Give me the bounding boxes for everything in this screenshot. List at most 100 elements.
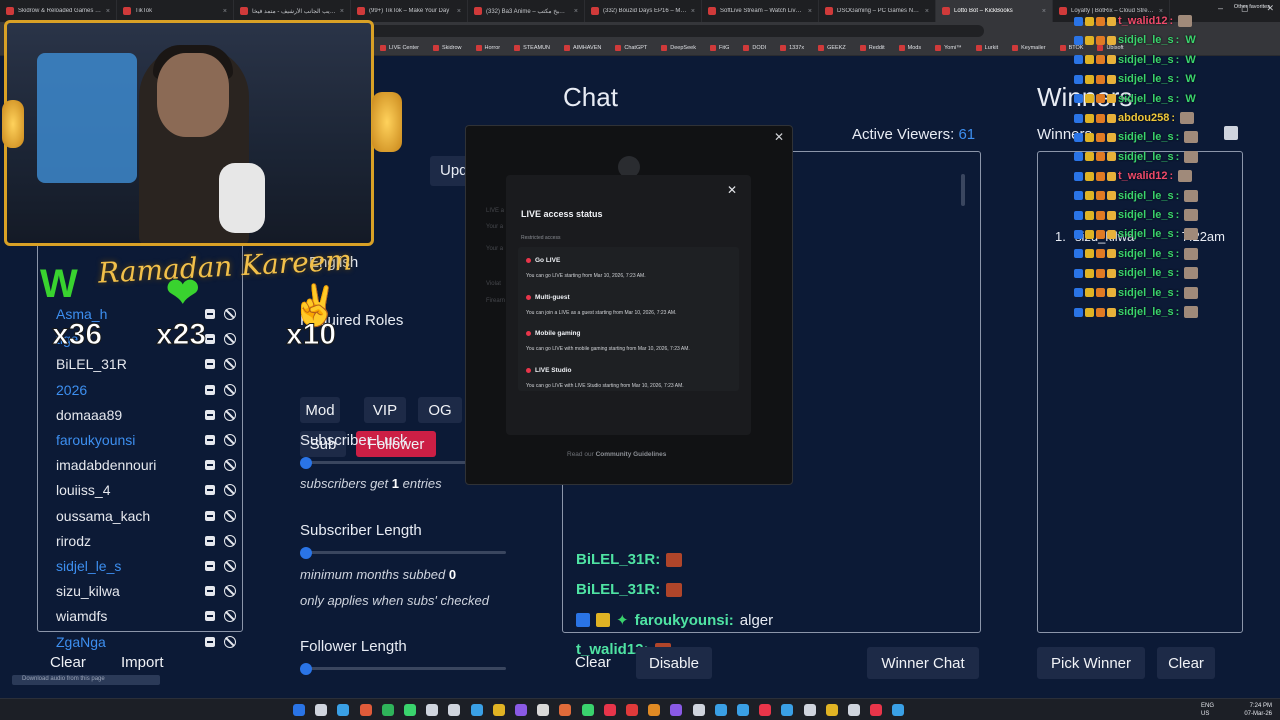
minimize-icon[interactable]: – [1218, 3, 1223, 14]
bookmark-item[interactable]: 1337x [780, 44, 804, 51]
browser-tab[interactable]: (332) Ba3 Anime – الشيخ مكتب You × [468, 0, 585, 22]
ban-icon[interactable] [224, 610, 236, 623]
ban-icon[interactable] [224, 383, 236, 396]
taskbar-app-icon[interactable] [559, 704, 572, 716]
chat-clear-button[interactable]: Clear [575, 654, 611, 671]
bookmark-item[interactable]: FitG [709, 44, 729, 51]
taskbar-app-icon[interactable] [892, 704, 905, 716]
taskbar-app-icon[interactable] [803, 704, 816, 716]
taskbar-app-icon[interactable] [714, 704, 727, 716]
chat-scrollbar[interactable] [961, 174, 965, 206]
bookmark-item[interactable]: GEEKZ [818, 44, 846, 51]
close-icon[interactable]: ✕ [727, 183, 737, 197]
bookmark-item[interactable]: Yomi™ [935, 44, 962, 51]
ban-icon[interactable] [224, 333, 236, 346]
remove-entry-icon[interactable] [205, 359, 215, 370]
remove-entry-icon[interactable] [205, 611, 215, 622]
taskbar-app-icon[interactable] [315, 704, 328, 716]
taskbar-app-icon[interactable] [692, 704, 705, 716]
taskbar-app-icon[interactable] [581, 704, 594, 716]
browser-tab[interactable]: Skidrow & Reloaded Games – Dow × [0, 0, 117, 22]
import-button[interactable]: Import [121, 654, 164, 671]
entry-username[interactable]: faroukyounsi [56, 432, 205, 448]
tab-close-icon[interactable]: × [808, 8, 812, 15]
taskbar-app-icon[interactable] [381, 704, 394, 716]
winner-chat-button[interactable]: Winner Chat [867, 647, 979, 679]
entry-row[interactable]: oussama_kach [56, 506, 236, 526]
browser-tab[interactable]: TikTok × [117, 0, 234, 22]
copy-icon[interactable] [1224, 126, 1238, 140]
entry-row[interactable]: sizu_kilwa [56, 581, 236, 601]
tab-close-icon[interactable]: × [1042, 8, 1046, 15]
close-icon[interactable]: ✕ [774, 130, 784, 144]
entry-row[interactable]: domaaa89 [56, 405, 236, 425]
download-audio-bar[interactable]: Download audio from this page [12, 675, 160, 685]
entry-username[interactable]: domaaa89 [56, 407, 205, 423]
entry-row[interactable]: BiLEL_31R [56, 354, 236, 374]
entry-username[interactable]: sizu_kilwa [56, 583, 205, 599]
browser-tab[interactable]: Lotto Bot – KickBooks × [936, 0, 1053, 22]
role-button-mod[interactable]: Mod [300, 397, 340, 423]
ban-icon[interactable] [224, 484, 236, 497]
entry-row[interactable]: rirodz [56, 531, 236, 551]
role-button-og[interactable]: OG [418, 397, 462, 423]
browser-tab[interactable]: DSOGaming – PC Games News × [819, 0, 936, 22]
bookmark-item[interactable]: Horror [475, 44, 500, 51]
entry-row[interactable]: sidjel_le_s [56, 556, 236, 576]
chat-username[interactable]: BiLEL_31R: [576, 551, 660, 568]
chat-username[interactable]: faroukyounsi: [635, 612, 734, 629]
browser-tab[interactable]: (332) Bouzid Days EP16 – Meth × [585, 0, 702, 22]
ban-icon[interactable] [224, 459, 236, 472]
bookmark-item[interactable]: ChatGPT [615, 44, 647, 51]
bookmark-item[interactable]: DODI [743, 44, 766, 51]
taskbar-app-icon[interactable] [293, 704, 305, 716]
taskbar-app-icon[interactable] [404, 704, 416, 716]
entry-row[interactable]: imadabdennouri [56, 455, 236, 475]
taskbar-app-icon[interactable] [781, 704, 794, 716]
entry-username[interactable]: rirodz [56, 533, 205, 549]
tab-close-icon[interactable]: × [223, 8, 227, 15]
pick-winner-button[interactable]: Pick Winner [1037, 647, 1145, 679]
taskbar-app-icon[interactable] [337, 704, 350, 716]
taskbar-app-icon[interactable] [825, 704, 838, 716]
browser-tab[interactable]: تقريب الجانب الأرشيف - متمد فيخا × [234, 0, 351, 22]
entry-username[interactable]: sidjel_le_s [56, 558, 205, 574]
entry-username[interactable]: oussama_kach [56, 508, 205, 524]
entry-row[interactable]: faroukyounsi [56, 430, 236, 450]
entry-username[interactable]: louiiss_4 [56, 482, 205, 498]
bookmark-item[interactable]: Keymailer [1012, 44, 1046, 51]
entry-username[interactable]: wiamdfs [56, 608, 205, 624]
ban-icon[interactable] [224, 408, 236, 421]
taskbar-app-icon[interactable] [626, 704, 638, 716]
tab-close-icon[interactable]: × [925, 8, 929, 15]
bookmark-item[interactable]: Lurkit [975, 44, 998, 51]
tab-close-icon[interactable]: × [340, 8, 344, 15]
taskbar-app-icon[interactable] [603, 704, 616, 716]
taskbar-app-icon[interactable] [870, 704, 883, 716]
role-button-vip[interactable]: VIP [364, 397, 406, 423]
bookmark-item[interactable]: DeepSeek [661, 44, 696, 51]
browser-tab[interactable]: SoftLive Stream – Watch Live on T × [702, 0, 819, 22]
taskbar-app-icon[interactable] [737, 704, 749, 716]
taskbar-app-icon[interactable] [492, 704, 505, 716]
ban-icon[interactable] [224, 635, 236, 648]
bookmark-item[interactable]: Skidrow [432, 44, 462, 51]
entry-username[interactable]: imadabdennouri [56, 457, 205, 473]
remove-entry-icon[interactable] [205, 586, 215, 597]
chat-username[interactable]: BiLEL_31R: [576, 581, 660, 598]
remove-entry-icon[interactable] [205, 409, 215, 420]
remove-entry-icon[interactable] [205, 460, 215, 471]
bookmark-item[interactable]: Mods [898, 44, 921, 51]
taskbar-app-icon[interactable] [515, 704, 527, 716]
taskbar-app-icon[interactable] [426, 704, 439, 716]
tab-close-icon[interactable]: × [574, 8, 578, 15]
remove-entry-icon[interactable] [205, 510, 215, 521]
bookmark-item[interactable]: AIMHAVEN [564, 44, 601, 51]
remove-entry-icon[interactable] [205, 561, 215, 571]
community-guidelines-link[interactable]: Community Guidelines [596, 451, 667, 458]
remove-entry-icon[interactable] [205, 334, 215, 345]
tab-close-icon[interactable]: × [691, 8, 695, 15]
browser-tab[interactable]: (99+) TikTok – Make Your Day × [351, 0, 468, 22]
taskbar-app-icon[interactable] [648, 704, 661, 716]
tab-close-icon[interactable]: × [457, 8, 461, 15]
